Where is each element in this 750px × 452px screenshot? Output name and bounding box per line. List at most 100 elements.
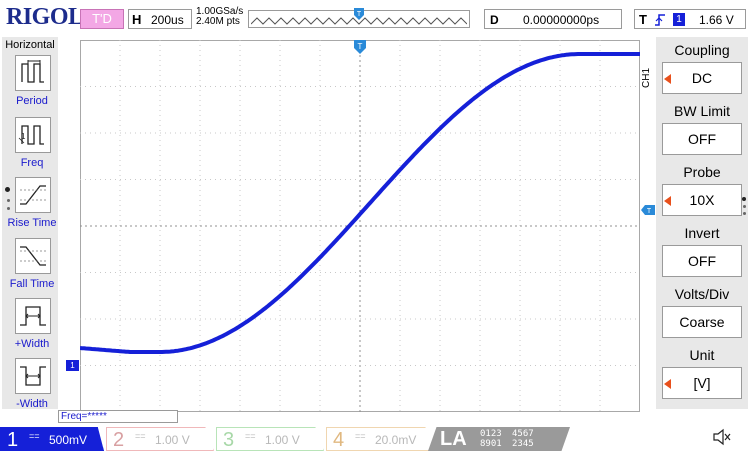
la-tab[interactable]: LA 0123 8901 4567 2345 <box>428 427 570 451</box>
measure-neg-width[interactable]: -Width <box>6 358 58 416</box>
neg-width-icon <box>15 358 51 394</box>
invert-softkey[interactable]: Invert OFF <box>658 223 746 281</box>
horizontal-key: H <box>132 12 142 27</box>
freq-icon: 1 <box>15 117 51 153</box>
unit-value: [V] <box>662 367 742 399</box>
volts-div-value: Coarse <box>662 306 742 338</box>
channel-menu: Coupling DC BW Limit OFF Probe 10X Inver… <box>656 37 748 409</box>
ch3-tab[interactable]: 3 == 1.00 V <box>216 427 324 451</box>
trigger-level-marker[interactable]: T <box>641 205 655 215</box>
trigger-source: 1 <box>673 13 685 26</box>
measure-pos-width[interactable]: +Width <box>6 298 58 356</box>
measure-freq[interactable]: 1 Freq <box>6 117 58 175</box>
rigol-logo: RIGOL <box>6 4 84 30</box>
delay-value: 0.00000000ps <box>523 13 600 27</box>
page-indicator-dot <box>5 187 10 192</box>
coupling-arrow-icon <box>664 74 671 84</box>
ch2-number: 2 <box>113 429 125 451</box>
probe-value: 10X <box>662 184 742 216</box>
menu-page-dot <box>742 197 746 201</box>
period-label: Period <box>16 95 48 107</box>
waveform-display[interactable] <box>80 40 640 412</box>
measure-fall-time[interactable]: Fall Time <box>6 238 58 296</box>
top-status-bar: RIGOL T'D H 200us 1.00GSa/s 2.40M pts T … <box>0 0 750 36</box>
ch1-tab[interactable]: 1 == 500mV <box>0 427 104 451</box>
ch1-number: 1 <box>7 429 19 451</box>
la-group-8-11: 8901 <box>480 439 502 449</box>
pos-width-label: +Width <box>14 338 50 350</box>
measure-panel: Horizontal Period 1 Freq Rise Time Fall … <box>2 37 58 410</box>
rise-time-label: Rise Time <box>7 217 57 229</box>
probe-title: Probe <box>683 164 721 180</box>
page-indicator-dot <box>7 199 10 202</box>
ch2-scale: 1.00 V <box>155 433 190 447</box>
svg-text:1: 1 <box>21 132 26 141</box>
unit-softkey[interactable]: Unit [V] <box>658 345 746 403</box>
la-group-0-7: 0123 <box>480 429 502 439</box>
memory-trigger-marker: T <box>354 8 364 20</box>
measure-panel-title: Horizontal <box>5 39 55 51</box>
coupling-softkey[interactable]: Coupling DC <box>658 40 746 98</box>
graticule <box>80 40 640 412</box>
la-group-4-7: 4567 <box>512 429 534 439</box>
rising-edge-icon <box>653 12 667 31</box>
la-label: LA <box>440 428 467 450</box>
volts-div-softkey[interactable]: Volts/Div Coarse <box>658 284 746 342</box>
fall-time-label: Fall Time <box>9 278 55 290</box>
period-icon <box>15 55 51 91</box>
ch1-scale: 500mV <box>49 433 88 447</box>
trigger-position-text: T <box>358 42 363 51</box>
ch4-number: 4 <box>333 429 345 451</box>
bw-limit-title: BW Limit <box>674 103 730 119</box>
ch3-coupling-icon: == <box>245 431 256 441</box>
ch4-coupling-icon: == <box>355 431 366 441</box>
unit-title: Unit <box>689 347 715 363</box>
trigger-level-value: 1.66 V <box>699 13 734 27</box>
trigger-key: T <box>639 12 647 27</box>
svg-text:T: T <box>357 11 362 18</box>
menu-page-dot <box>743 205 746 208</box>
freq-label: Freq <box>20 157 44 169</box>
ch4-tab[interactable]: 4 == 20.0mV <box>326 427 434 451</box>
ch1-offset-marker[interactable]: 1 <box>66 360 79 371</box>
trigger-position-marker[interactable]: T <box>354 40 366 54</box>
trigger-box[interactable]: T 1 1.66 V <box>634 9 746 29</box>
coupling-title: Coupling <box>674 42 730 58</box>
probe-arrow-icon <box>664 196 671 206</box>
timebase-value: 200us <box>151 13 184 27</box>
unit-arrow-icon <box>664 379 671 389</box>
la-group-12-15: 2345 <box>512 439 534 449</box>
rise-time-icon <box>15 177 51 213</box>
neg-width-label: -Width <box>16 398 48 410</box>
pos-width-icon <box>15 298 51 334</box>
ch1-coupling-icon: == <box>29 431 40 441</box>
trigger-status-badge: T'D <box>80 9 124 29</box>
horizontal-timebase-box[interactable]: H 200us <box>128 9 192 29</box>
speaker-icon[interactable] <box>712 428 732 446</box>
invert-title: Invert <box>684 225 720 241</box>
probe-softkey[interactable]: Probe 10X <box>658 162 746 220</box>
trigger-level-text: T <box>647 208 652 215</box>
bw-limit-softkey[interactable]: BW Limit OFF <box>658 101 746 159</box>
ch3-number: 3 <box>223 429 235 451</box>
acquisition-info: 1.00GSa/s 2.40M pts <box>196 7 243 27</box>
ch4-scale: 20.0mV <box>375 433 417 447</box>
memory-depth: 2.40M pts <box>196 16 240 27</box>
volts-div-title: Volts/Div <box>674 286 730 302</box>
ch2-tab[interactable]: 2 == 1.00 V <box>106 427 214 451</box>
channel-menu-label: CH1 <box>641 67 652 88</box>
ch3-scale: 1.00 V <box>265 433 300 447</box>
delay-key: D <box>490 13 499 27</box>
bw-limit-value: OFF <box>662 123 742 155</box>
measurement-readout: Freq=***** <box>58 410 178 423</box>
page-indicator-dot <box>7 207 10 210</box>
measure-rise-time[interactable]: Rise Time <box>6 177 58 235</box>
coupling-value: DC <box>662 62 742 94</box>
menu-page-dot <box>743 212 746 215</box>
ch2-coupling-icon: == <box>135 431 146 441</box>
invert-value: OFF <box>662 245 742 277</box>
fall-time-icon <box>15 238 51 274</box>
delay-box[interactable]: D 0.00000000ps <box>484 9 622 29</box>
measure-period[interactable]: Period <box>6 55 58 113</box>
channel-status-bar: 1 == 500mV 2 == 1.00 V 3 == 1.00 V 4 == … <box>0 424 750 452</box>
